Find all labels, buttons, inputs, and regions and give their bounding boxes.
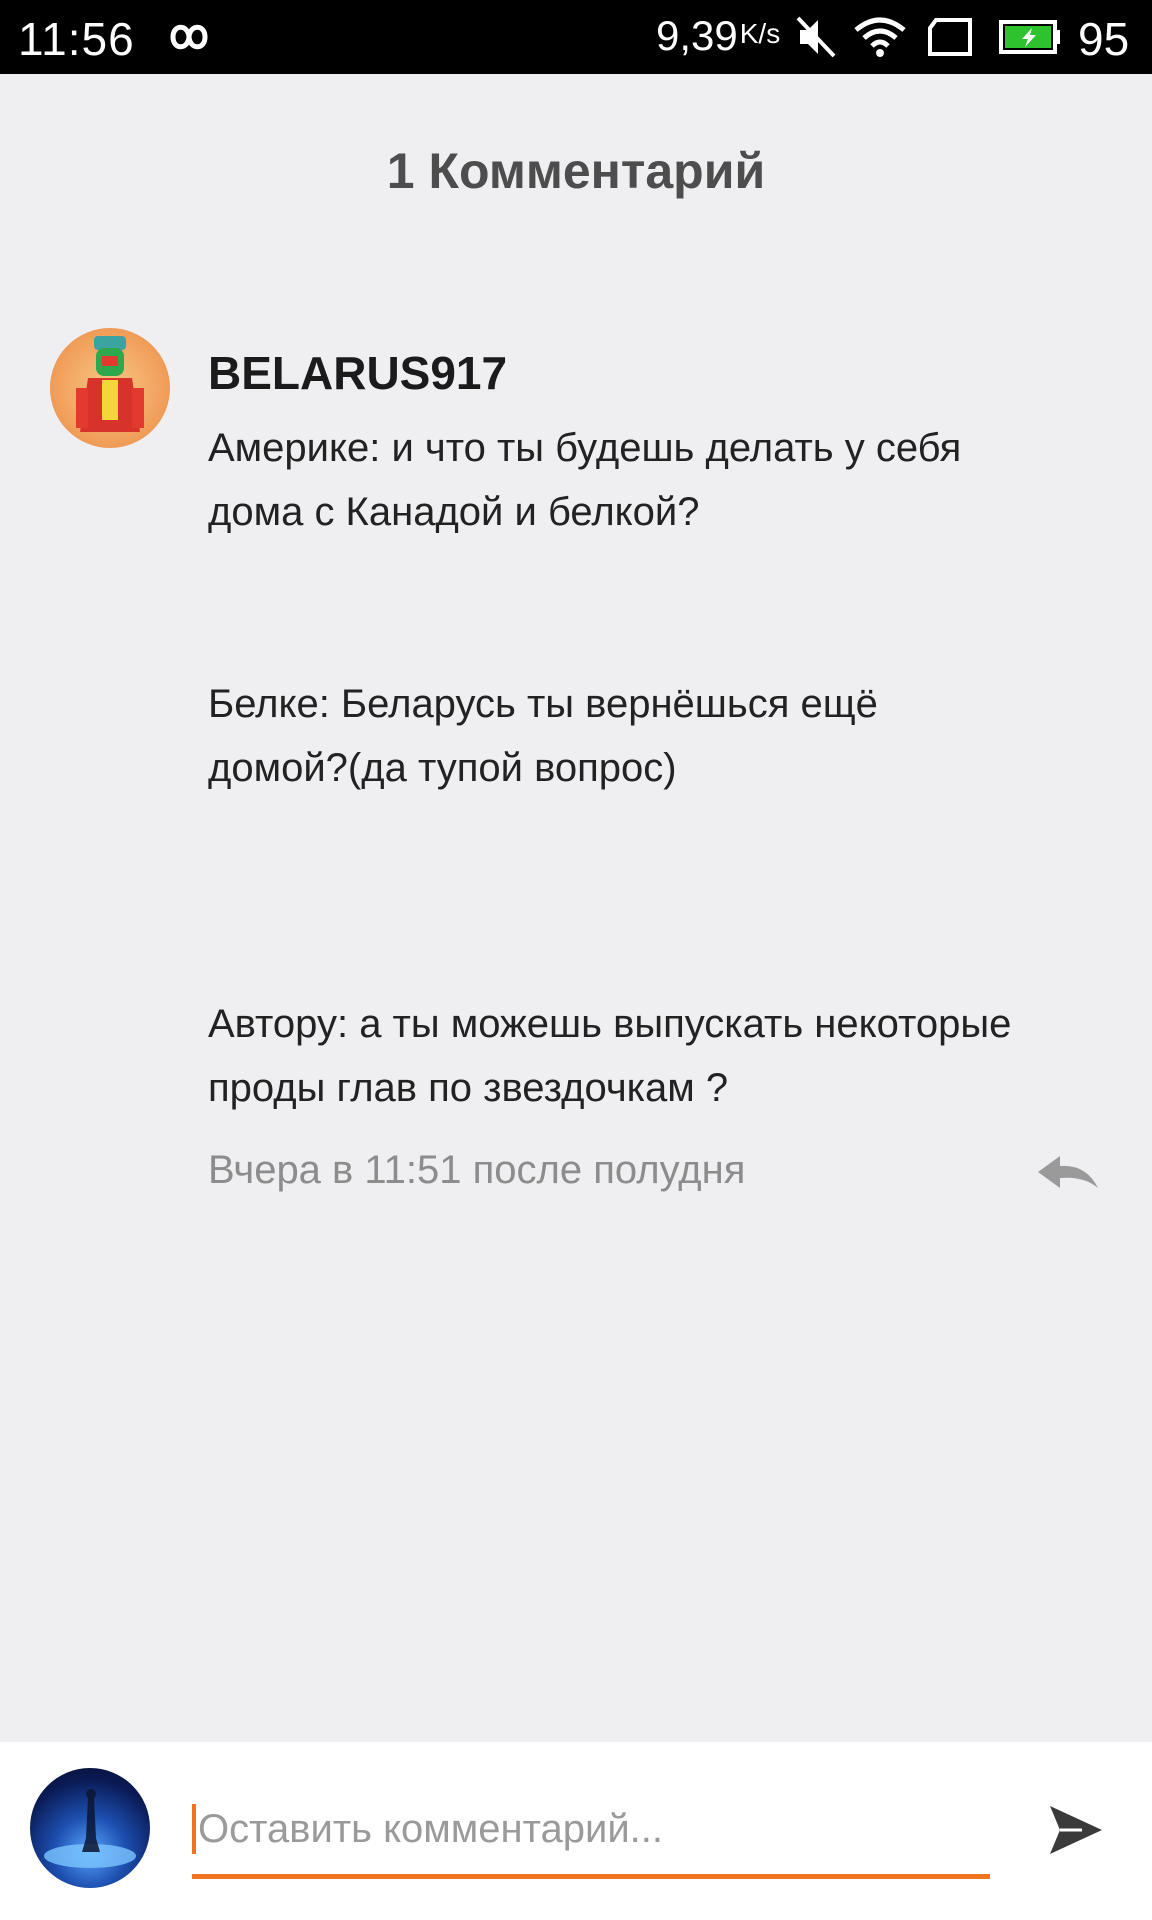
send-icon[interactable] [1046, 1802, 1106, 1858]
comment-text-line: Белке: Беларусь ты вернёшься ещё [208, 682, 878, 726]
comment-author[interactable]: BELARUS917 [208, 346, 507, 400]
comment-text-line: Америке: и что ты будешь делать у себя [208, 426, 962, 470]
wifi-icon [854, 17, 906, 57]
comment-composer [0, 1742, 1152, 1920]
avatar-figure-icon [76, 336, 144, 432]
sim-icon [928, 18, 972, 56]
comment-text-line: проды глав по звездочкам ? [208, 1066, 729, 1110]
text-cursor [192, 1804, 196, 1854]
comment-text-line: дома с Канадой и белкой? [208, 490, 700, 534]
user-avatar[interactable] [50, 328, 170, 448]
comment-input[interactable] [198, 1794, 988, 1864]
network-speed-value: 9,39 [656, 12, 738, 59]
comment-timestamp: Вчера в 11:51 после полудня [208, 1148, 746, 1192]
reply-icon[interactable] [1034, 1150, 1102, 1200]
network-speed-unit: K/s [739, 18, 781, 49]
infinity-icon [170, 24, 208, 50]
battery-charging-icon [999, 20, 1060, 54]
network-speed: 9,39K/s [656, 12, 780, 60]
status-bar: 11:56 9,39K/s 95 [0, 0, 1152, 74]
battery-level: 95 [1078, 13, 1130, 65]
comment-text-line: домой?(да тупой вопрос) [208, 746, 677, 790]
status-time: 11:56 [18, 13, 135, 65]
comment-text-line: Автору: а ты можешь выпускать некоторые [208, 1002, 1012, 1046]
input-underline [192, 1874, 990, 1879]
current-user-avatar[interactable] [30, 1768, 150, 1888]
mute-icon [796, 16, 836, 58]
comment-input-wrapper [192, 1794, 990, 1884]
avatar-scene-icon [44, 1789, 136, 1868]
page-title: 1 Комментарий [386, 143, 766, 199]
